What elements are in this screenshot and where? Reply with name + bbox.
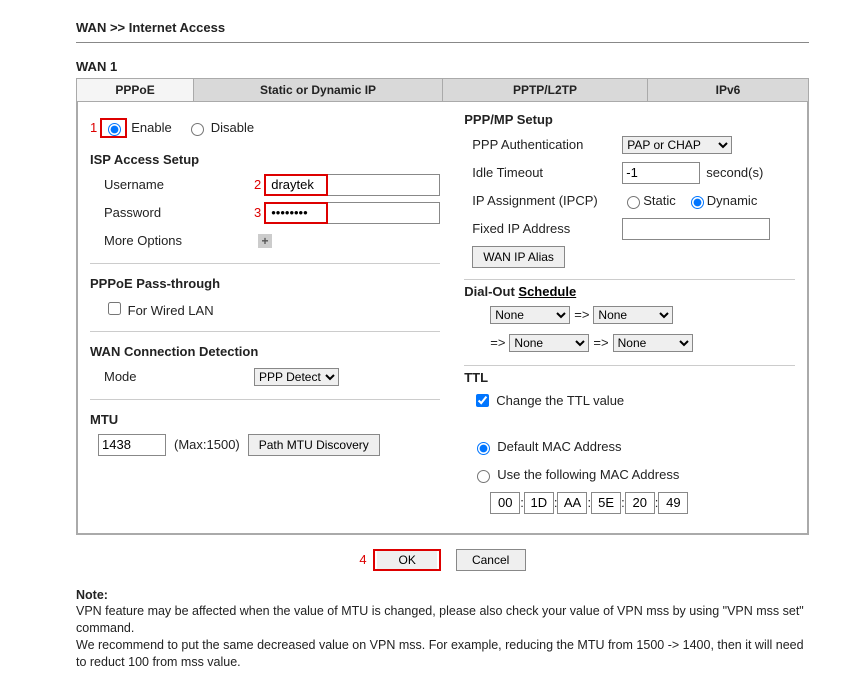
- isp-setup-title: ISP Access Setup: [90, 152, 440, 167]
- mac-4[interactable]: [591, 492, 621, 514]
- expand-icon[interactable]: +: [258, 234, 272, 248]
- schedule-link[interactable]: Schedule: [518, 284, 576, 299]
- custom-mac-radio[interactable]: [477, 470, 490, 483]
- ip-assign-label: IP Assignment (IPCP): [464, 193, 622, 208]
- passthrough-title: PPPoE Pass-through: [90, 276, 440, 291]
- fixed-ip-label: Fixed IP Address: [464, 221, 622, 236]
- wan-title: WAN 1: [76, 59, 809, 74]
- path-mtu-button[interactable]: Path MTU Discovery: [248, 434, 380, 456]
- cancel-button[interactable]: Cancel: [456, 549, 526, 571]
- username-label: Username: [90, 177, 254, 192]
- tab-ipv6[interactable]: IPv6: [647, 78, 808, 101]
- mac-5[interactable]: [625, 492, 655, 514]
- mtu-title: MTU: [90, 412, 440, 427]
- tab-pppoe[interactable]: PPPoE: [77, 78, 194, 101]
- disable-label: Disable: [211, 120, 254, 135]
- schedule-1-select[interactable]: None: [490, 306, 570, 324]
- static-radio[interactable]: [627, 196, 640, 209]
- breadcrumb: WAN >> Internet Access: [76, 20, 809, 35]
- enable-label: Enable: [131, 120, 171, 135]
- annotation-2: 2: [254, 177, 261, 192]
- for-wired-label: For Wired LAN: [128, 303, 214, 318]
- default-mac-radio[interactable]: [477, 442, 490, 455]
- pppmp-title: PPP/MP Setup: [464, 112, 795, 127]
- tab-bar: PPPoE Static or Dynamic IP PPTP/L2TP IPv…: [76, 78, 809, 102]
- custom-mac-label: Use the following MAC Address: [497, 467, 679, 482]
- note-text-2: We recommend to put the same decreased v…: [76, 637, 809, 671]
- mac-6[interactable]: [658, 492, 688, 514]
- annotation-4: 4: [359, 552, 366, 567]
- mtu-max-label: (Max:1500): [174, 437, 240, 452]
- password-label: Password: [90, 205, 254, 220]
- schedule-3-select[interactable]: None: [509, 334, 589, 352]
- mac-1[interactable]: [490, 492, 520, 514]
- tab-static-dynamic[interactable]: Static or Dynamic IP: [194, 78, 443, 101]
- ttl-title: TTL: [464, 370, 795, 385]
- dynamic-radio[interactable]: [691, 196, 704, 209]
- password-input[interactable]: [268, 204, 324, 222]
- mtu-input[interactable]: [98, 434, 166, 456]
- default-mac-label: Default MAC Address: [497, 439, 621, 454]
- disable-radio[interactable]: [191, 123, 204, 136]
- schedule-4-select[interactable]: None: [613, 334, 693, 352]
- change-ttl-checkbox[interactable]: [476, 394, 489, 407]
- idle-input[interactable]: [622, 162, 700, 184]
- fixed-ip-input[interactable]: [622, 218, 770, 240]
- mac-3[interactable]: [557, 492, 587, 514]
- annotation-3: 3: [254, 205, 261, 220]
- wcd-title: WAN Connection Detection: [90, 344, 440, 359]
- ppp-auth-label: PPP Authentication: [464, 137, 622, 152]
- change-ttl-label: Change the TTL value: [496, 393, 624, 408]
- idle-label: Idle Timeout: [464, 165, 622, 180]
- mac-2[interactable]: [524, 492, 554, 514]
- enable-radio[interactable]: [108, 123, 121, 136]
- ok-button[interactable]: OK: [377, 551, 437, 569]
- tab-pptp-l2tp[interactable]: PPTP/L2TP: [442, 78, 647, 101]
- note-text-1: VPN feature may be affected when the val…: [76, 603, 809, 637]
- username-input[interactable]: [268, 176, 324, 194]
- mode-label: Mode: [90, 369, 254, 384]
- more-options-label: More Options: [90, 233, 254, 248]
- dynamic-label: Dynamic: [707, 193, 758, 208]
- static-label: Static: [643, 193, 676, 208]
- schedule-2-select[interactable]: None: [593, 306, 673, 324]
- wan-ip-alias-button[interactable]: WAN IP Alias: [472, 246, 565, 268]
- idle-unit: second(s): [706, 165, 763, 180]
- dial-schedule-title: Dial-Out Schedule: [464, 284, 795, 299]
- for-wired-checkbox[interactable]: [108, 302, 121, 315]
- annotation-1: 1: [90, 120, 97, 135]
- ppp-auth-select[interactable]: PAP or CHAP: [622, 136, 732, 154]
- mode-select[interactable]: PPP Detect: [254, 368, 339, 386]
- note-heading: Note:: [76, 587, 809, 604]
